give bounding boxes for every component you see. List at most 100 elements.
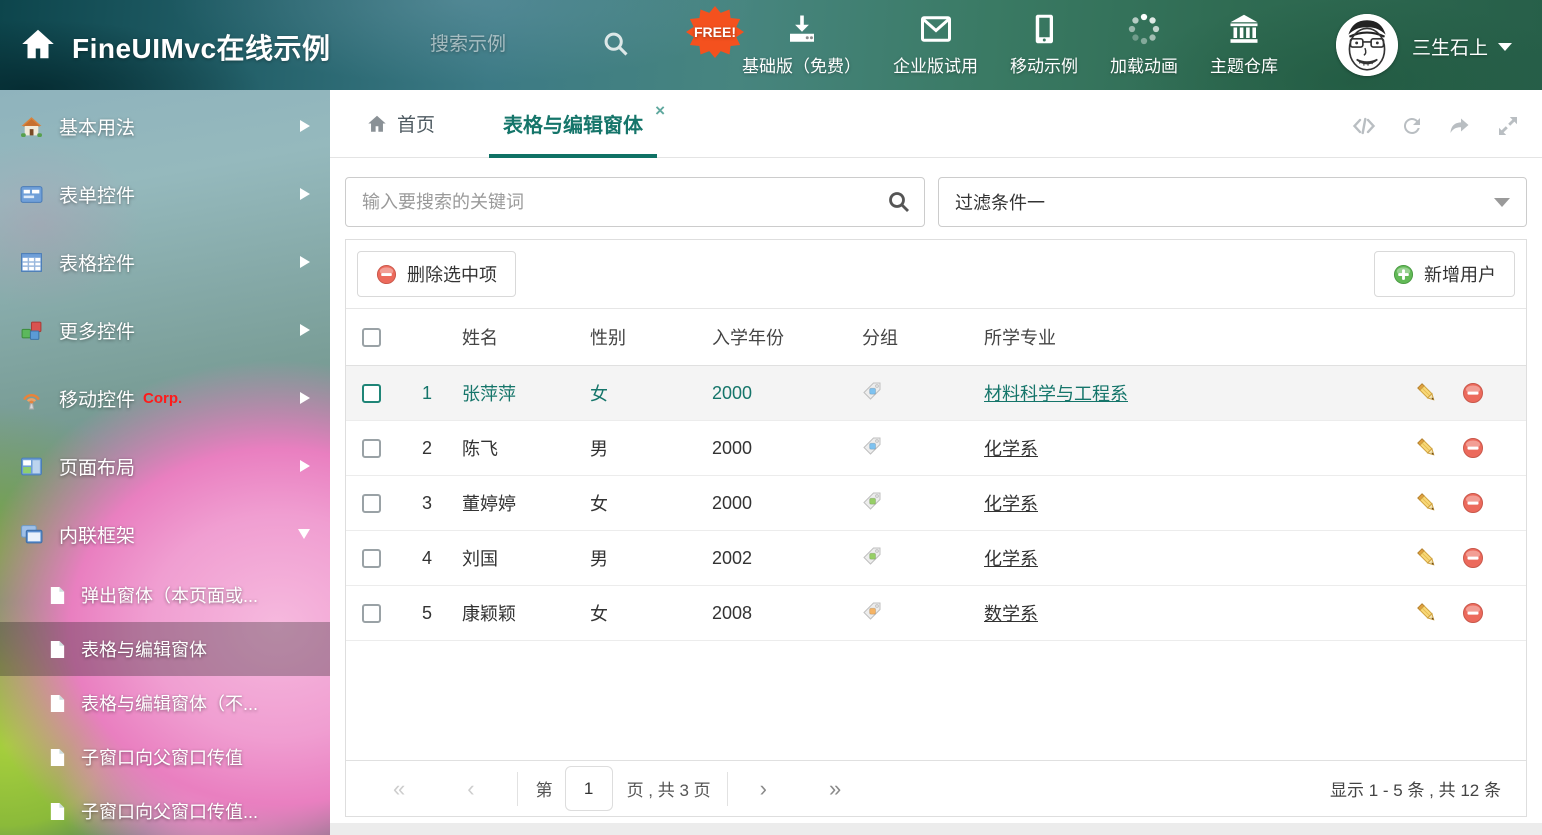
- edit-pencil-icon[interactable]: [1416, 437, 1438, 459]
- sidebar-item-label: 移动控件: [59, 385, 135, 412]
- share-icon[interactable]: [1448, 114, 1472, 138]
- code-icon[interactable]: [1352, 114, 1376, 138]
- cell-group: [862, 436, 984, 461]
- cell-name: 康颖颖: [462, 600, 590, 626]
- tab-bar: 首页 表格与编辑窗体 ×: [330, 90, 1542, 158]
- nav-basic-edition[interactable]: 基础版（免费）: [742, 11, 861, 77]
- avatar[interactable]: [1336, 14, 1398, 76]
- major-link[interactable]: 化学系: [984, 549, 1038, 569]
- keyword-search: [345, 177, 925, 227]
- edit-pencil-icon[interactable]: [1416, 602, 1438, 624]
- major-link[interactable]: 化学系: [984, 494, 1038, 514]
- sidebar-item-basic-usage[interactable]: 基本用法: [0, 92, 330, 160]
- sidebar-subitem-child-to-parent[interactable]: 子窗口向父窗口传值: [0, 730, 330, 784]
- cell-group: [862, 491, 984, 516]
- nav-theme-repo[interactable]: 主题仓库: [1210, 11, 1278, 77]
- page-suffix-label: 页 , 共 3 页: [627, 776, 711, 801]
- file-icon: [48, 802, 67, 821]
- sidebar-item-mobile-controls[interactable]: 移动控件 Corp.: [0, 364, 330, 432]
- nav-loading-animations[interactable]: 加载动画: [1110, 11, 1178, 77]
- sidebar-item-page-layout[interactable]: 页面布局: [0, 432, 330, 500]
- spinner-icon: [1126, 11, 1162, 47]
- sidebar-item-more-controls[interactable]: 更多控件: [0, 296, 330, 364]
- header-search-input[interactable]: [430, 28, 590, 62]
- user-menu[interactable]: 三生石上: [1412, 33, 1512, 60]
- last-page-button[interactable]: »: [829, 778, 841, 800]
- delete-selected-button[interactable]: 删除选中项: [357, 251, 516, 297]
- edit-pencil-icon[interactable]: [1416, 547, 1438, 569]
- first-page-button[interactable]: «: [393, 778, 405, 800]
- file-icon: [48, 640, 67, 659]
- chevron-down-icon: [298, 529, 310, 539]
- row-checkbox[interactable]: [362, 439, 381, 458]
- sidebar-item-label: 更多控件: [59, 317, 135, 344]
- chevron-right-icon: [300, 324, 310, 336]
- sidebar-subitem-label: 表格与编辑窗体（不...: [81, 690, 258, 716]
- nav-enterprise-trial[interactable]: 企业版试用: [893, 11, 978, 77]
- tab-home[interactable]: 首页: [360, 90, 441, 157]
- major-link[interactable]: 化学系: [984, 439, 1038, 459]
- row-checkbox[interactable]: [362, 494, 381, 513]
- tab-grid-edit-window[interactable]: 表格与编辑窗体 ×: [489, 90, 657, 157]
- corp-badge: Corp.: [143, 390, 182, 407]
- grid-empty-area: [346, 641, 1526, 760]
- button-label: 新增用户: [1424, 261, 1496, 287]
- sidebar: 基本用法 表单控件 表格控件 更多控件 移动控件 Corp.: [0, 90, 330, 835]
- sidebar-subitem-label: 表格与编辑窗体: [81, 636, 207, 662]
- row-checkbox[interactable]: [362, 604, 381, 623]
- refresh-icon[interactable]: [1400, 114, 1424, 138]
- chevron-right-icon: [300, 120, 310, 132]
- expand-icon[interactable]: [1496, 114, 1520, 138]
- home-icon: [366, 113, 388, 135]
- nav-label: 移动示例: [1010, 52, 1078, 77]
- prev-page-button[interactable]: ‹: [467, 778, 474, 800]
- sidebar-item-form-controls[interactable]: 表单控件: [0, 160, 330, 228]
- button-label: 删除选中项: [407, 261, 497, 287]
- sidebar-subitem-popup-window[interactable]: 弹出窗体（本页面或...: [0, 568, 330, 622]
- sidebar-item-inline-frames[interactable]: 内联框架: [0, 500, 330, 568]
- filter-dropdown-value: 过滤条件一: [955, 189, 1045, 215]
- sidebar-subitem-child-to-parent-2[interactable]: 子窗口向父窗口传值...: [0, 784, 330, 835]
- main-content: 首页 表格与编辑窗体 × 过滤条件一: [330, 90, 1542, 835]
- chevron-right-icon: [300, 188, 310, 200]
- row-index: 3: [406, 493, 462, 514]
- row-checkbox[interactable]: [362, 549, 381, 568]
- page-number-input[interactable]: [565, 766, 613, 811]
- form-icon: [20, 183, 43, 206]
- cell-name: 张萍萍: [462, 380, 590, 406]
- row-checkbox[interactable]: [362, 384, 381, 403]
- search-icon[interactable]: [887, 190, 911, 214]
- sidebar-item-grid-controls[interactable]: 表格控件: [0, 228, 330, 296]
- tab-toolbar: [1352, 114, 1520, 138]
- tag-icon: [862, 381, 882, 401]
- delete-row-icon[interactable]: [1462, 602, 1484, 624]
- edit-pencil-icon[interactable]: [1416, 492, 1438, 514]
- major-link[interactable]: 材料科学与工程系: [984, 384, 1128, 404]
- filter-dropdown[interactable]: 过滤条件一: [938, 177, 1527, 227]
- edit-pencil-icon[interactable]: [1416, 382, 1438, 404]
- header-nav: 基础版（免费） 企业版试用 移动示例 加载动画 主题仓库: [742, 11, 1278, 77]
- nav-mobile-demo[interactable]: 移动示例: [1010, 11, 1078, 77]
- select-all-checkbox[interactable]: [362, 328, 381, 347]
- sidebar-menu: 基本用法 表单控件 表格控件 更多控件 移动控件 Corp.: [0, 90, 330, 835]
- file-icon: [48, 586, 67, 605]
- delete-row-icon[interactable]: [1462, 547, 1484, 569]
- page-prefix-label: 第: [536, 776, 553, 801]
- delete-row-icon[interactable]: [1462, 492, 1484, 514]
- row-index: 5: [406, 603, 462, 624]
- keyword-search-input[interactable]: [345, 177, 925, 227]
- close-icon[interactable]: ×: [655, 102, 665, 119]
- add-user-button[interactable]: 新增用户: [1374, 251, 1515, 297]
- filter-row: 过滤条件一: [330, 158, 1542, 239]
- home-icon[interactable]: [20, 26, 56, 62]
- delete-row-icon[interactable]: [1462, 382, 1484, 404]
- cell-name: 董婷婷: [462, 490, 590, 516]
- next-page-button[interactable]: ›: [760, 778, 767, 800]
- tab-label: 首页: [397, 110, 435, 137]
- delete-row-icon[interactable]: [1462, 437, 1484, 459]
- sidebar-subitem-grid-edit-window[interactable]: 表格与编辑窗体: [0, 622, 330, 676]
- major-link[interactable]: 数学系: [984, 604, 1038, 624]
- row-actions: [1406, 437, 1526, 459]
- search-icon[interactable]: [602, 30, 630, 58]
- sidebar-subitem-grid-edit-window-2[interactable]: 表格与编辑窗体（不...: [0, 676, 330, 730]
